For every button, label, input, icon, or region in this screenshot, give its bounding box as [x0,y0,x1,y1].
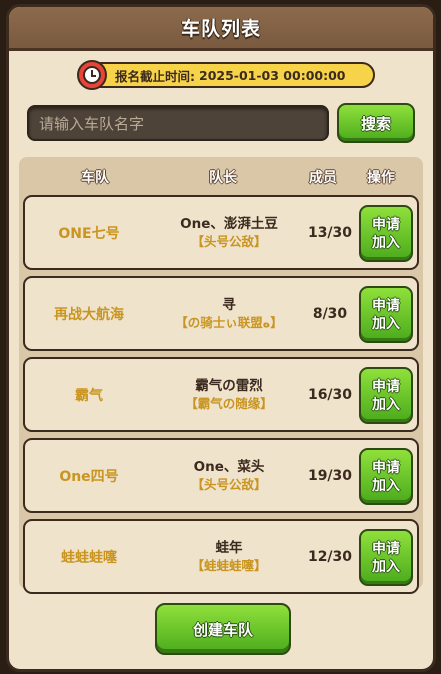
column-header-action: 操作 [367,170,395,186]
leader-cell: 寻 【の骑士ぃ联盟ﻩ】 [153,278,305,349]
leader-guild: 【霸气の随缘】 [185,395,273,411]
apply-join-button[interactable]: 申请 加入 [359,448,413,505]
leader-name: 蛙年 [215,539,243,556]
team-name: 霸气 [75,387,103,404]
apply-label-line2: 加入 [372,396,400,413]
column-header-team: 车队 [81,170,109,186]
leader-guild: 【头号公敌】 [191,476,267,492]
apply-label-line2: 加入 [372,234,400,251]
column-header-members: 成员 [309,170,337,186]
table-row: One四号 One、菜头 【头号公敌】 19/30 申请 加入 [23,438,419,513]
leader-guild: 【头号公敌】 [191,233,267,249]
search-button[interactable]: 搜索 [337,103,415,143]
table-row: 蛙蛙蛙噻 蛙年 【蛙蛙蛙噻】 12/30 申请 加入 [23,519,419,594]
leader-guild: 【の骑士ぃ联盟ﻩ】 [175,314,283,330]
apply-label-line1: 申请 [372,378,400,395]
deadline-value: 2025-01-03 00:00:00 [199,67,346,83]
team-name-search-input[interactable]: 请输入车队名字 [27,105,329,141]
member-count: 16/30 [307,386,353,403]
table-row: ONE七号 One、澎湃土豆 【头号公敌】 13/30 申请 加入 [23,195,419,270]
team-name: ONE七号 [58,225,120,242]
leader-name: 霸气の雷烈 [195,377,263,394]
apply-label-line1: 申请 [372,459,400,476]
apply-label-line2: 加入 [372,477,400,494]
deadline-label: 报名截止时间: [115,68,195,84]
registration-deadline-banner: 报名截止时间: 2025-01-03 00:00:00 [77,60,375,90]
create-team-button[interactable]: 创建车队 [155,603,291,655]
apply-label-line2: 加入 [372,558,400,575]
table-row: 霸气 霸气の雷烈 【霸气の随缘】 16/30 申请 加入 [23,357,419,432]
team-list-panel: 车队列表 报名截止时间: 2025-01-03 00:00:00 请输入车队名字… [6,4,436,672]
team-name: 再战大航海 [54,306,124,323]
apply-join-button[interactable]: 申请 加入 [359,286,413,343]
leader-cell: 霸气の雷烈 【霸气の随缘】 [153,359,305,430]
apply-label-line1: 申请 [372,540,400,557]
apply-label-line2: 加入 [372,315,400,332]
leader-cell: One、菜头 【头号公敌】 [153,440,305,511]
leader-guild: 【蛙蛙蛙噻】 [191,557,267,573]
member-count: 8/30 [312,305,348,322]
column-header-leader: 队长 [209,170,237,186]
alarm-clock-icon [77,60,107,90]
table-header: 车队 队长 成员 操作 [19,161,423,191]
team-name: 蛙蛙蛙噻 [61,549,117,566]
title-bar: 车队列表 [9,7,433,51]
apply-join-button[interactable]: 申请 加入 [359,529,413,586]
team-table: 车队 队长 成员 操作 ONE七号 One、澎湃土豆 【头号公敌】 13/30 … [19,157,423,594]
leader-name: One、澎湃土豆 [180,215,278,232]
table-row: 再战大航海 寻 【の骑士ぃ联盟ﻩ】 8/30 申请 加入 [23,276,419,351]
leader-name: 寻 [222,296,236,313]
apply-join-button[interactable]: 申请 加入 [359,205,413,262]
apply-label-line1: 申请 [372,216,400,233]
member-count: 19/30 [307,467,353,484]
page-title: 车队列表 [180,18,261,40]
apply-label-line1: 申请 [372,297,400,314]
apply-join-button[interactable]: 申请 加入 [359,367,413,424]
search-row: 请输入车队名字 搜索 [27,103,419,145]
team-name: One四号 [59,468,119,485]
leader-cell: 蛙年 【蛙蛙蛙噻】 [153,521,305,592]
leader-name: One、菜头 [193,458,265,475]
member-count: 12/30 [307,548,353,565]
leader-cell: One、澎湃土豆 【头号公敌】 [153,197,305,268]
member-count: 13/30 [307,224,353,241]
